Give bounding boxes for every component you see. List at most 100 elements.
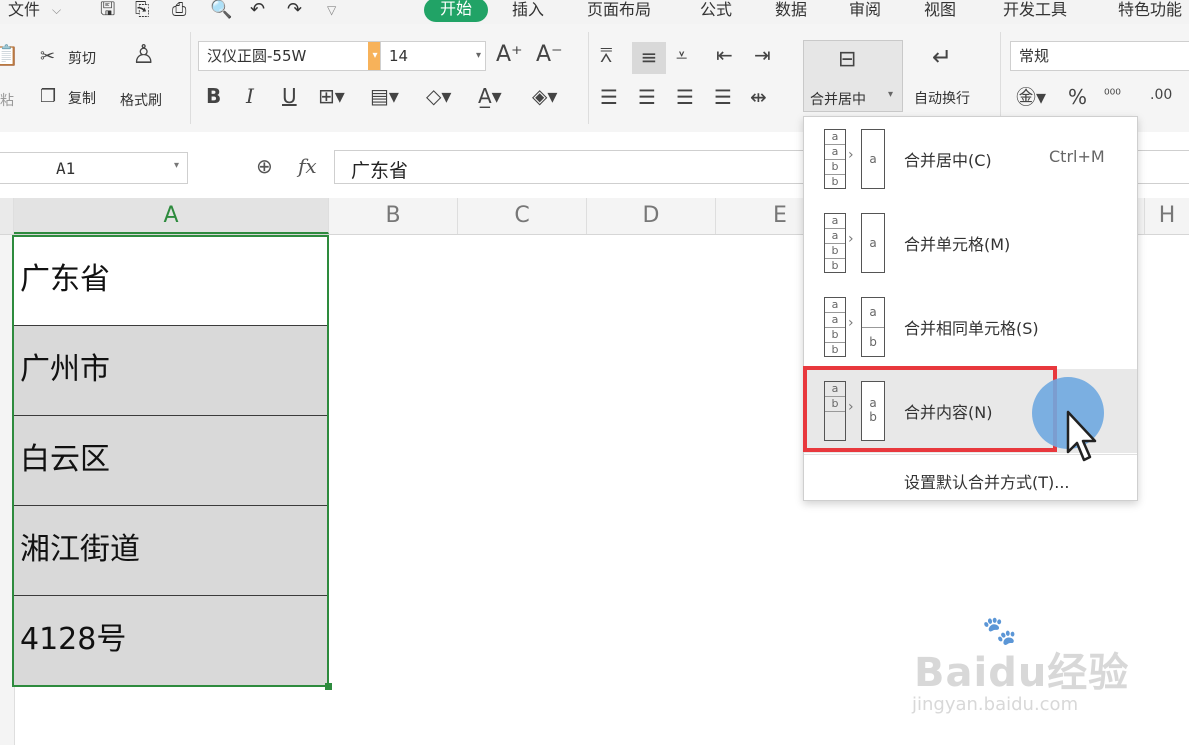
font-size-value: 14	[389, 47, 409, 65]
format-painter-icon[interactable]: ♙	[132, 42, 155, 68]
increase-font-icon[interactable]: A⁺	[496, 44, 523, 66]
select-all-corner[interactable]	[0, 198, 14, 234]
cell-a1[interactable]: 广东省	[14, 236, 328, 326]
auto-wrap-button[interactable]: 自动换行	[914, 88, 970, 108]
paste-icon[interactable]: 📋	[0, 44, 19, 66]
column-header-h[interactable]: H	[1145, 198, 1189, 234]
cell-a5[interactable]: 4128号	[14, 596, 328, 686]
font-color-icon[interactable]: A̲▾	[478, 85, 502, 107]
tab-special[interactable]: 特色功能	[1118, 0, 1182, 22]
print-icon[interactable]: ⎙	[172, 0, 186, 22]
watermark-url: jingyan.baidu.com	[912, 694, 1079, 715]
chevron-down-icon: ▾	[888, 89, 894, 100]
merge-center-button[interactable]: ⊟ 合并居中 ▾	[803, 40, 903, 112]
number-format-value: 常规	[1019, 47, 1050, 65]
cell-a3[interactable]: 白云区	[14, 416, 328, 506]
currency-icon[interactable]: ㊎▾	[1016, 86, 1046, 108]
customize-icon[interactable]: ▽	[327, 0, 336, 22]
menu-item-merge-same-cells[interactable]: aabb › a b 合并相同单元格(S)	[804, 285, 1137, 369]
merge-result-icon: ab	[861, 381, 885, 441]
distribute-icon[interactable]: ⇹	[750, 86, 767, 108]
tab-page-layout[interactable]: 页面布局	[587, 0, 651, 22]
number-format-select[interactable]: 常规	[1010, 41, 1189, 71]
wrap-text-icon[interactable]: ↵	[932, 45, 952, 69]
column-header-c[interactable]: C	[458, 198, 587, 234]
column-header-d[interactable]: D	[587, 198, 716, 234]
merge-result-icon: a	[861, 129, 885, 189]
menu-file[interactable]: 文件	[8, 0, 40, 22]
cell-a2[interactable]: 广州市	[14, 326, 328, 416]
formula-value: 广东省	[351, 160, 409, 182]
name-box[interactable]: A1 ▾	[0, 152, 188, 184]
row-header	[0, 235, 15, 745]
align-bottom-icon[interactable]: ⩡	[676, 44, 687, 66]
thousands-icon[interactable]: ⁰⁰⁰	[1104, 84, 1121, 106]
underline-button[interactable]: U	[282, 85, 297, 107]
tab-formulas[interactable]: 公式	[700, 0, 732, 22]
merge-result-icon: a b	[861, 297, 885, 357]
align-center-icon[interactable]: ☰	[638, 86, 656, 108]
menu-item-set-default-merge[interactable]: 设置默认合并方式(T)...	[904, 469, 1070, 493]
column-header-a[interactable]: A	[14, 198, 329, 234]
cell-style-icon[interactable]: ▤▾	[370, 85, 399, 107]
menu-item-merge-center[interactable]: aabb › a 合并居中(C) Ctrl+M	[804, 117, 1137, 201]
font-name-select[interactable]: 汉仪正圆-55W ▾	[198, 41, 383, 71]
increase-decimal-icon[interactable]: .00	[1150, 84, 1172, 106]
chevron-down-icon[interactable]: ▾	[476, 42, 481, 70]
percent-button[interactable]: %	[1068, 86, 1087, 108]
column-header-b[interactable]: B	[329, 198, 458, 234]
format-painter-button[interactable]: 格式刷	[120, 90, 162, 110]
indent-increase-icon[interactable]: ⇥	[754, 44, 771, 66]
copy-button[interactable]: 复制	[68, 88, 96, 108]
undo-icon[interactable]: ↶	[250, 0, 265, 22]
watermark-logo: Baidu经验	[914, 650, 1130, 696]
paste-label[interactable]: 粘	[0, 90, 14, 110]
justify-icon[interactable]: ☰	[714, 86, 732, 108]
chevron-right-icon: ›	[848, 315, 854, 331]
chevron-down-icon[interactable]: ⌵	[52, 0, 61, 22]
merge-preview-icon: aabb	[824, 213, 846, 273]
tab-developer[interactable]: 开发工具	[1003, 0, 1067, 22]
align-middle-icon[interactable]: ≡	[632, 42, 666, 74]
export-icon[interactable]: ⎘	[135, 0, 149, 22]
border-icon[interactable]: ⊞▾	[318, 85, 345, 107]
cell-a4[interactable]: 湘江街道	[14, 506, 328, 596]
save-icon[interactable]: 🖫	[100, 0, 115, 22]
align-top-icon[interactable]: ⩞	[600, 44, 612, 66]
redo-icon[interactable]: ↷	[287, 0, 302, 22]
merge-preview-icon: aabb	[824, 297, 846, 357]
indent-decrease-icon[interactable]: ⇤	[716, 44, 733, 66]
menu-item-shortcut: Ctrl+M	[1049, 147, 1105, 166]
scissors-icon[interactable]: ✂	[40, 46, 55, 68]
tab-view[interactable]: 视图	[924, 0, 956, 22]
fill-handle[interactable]	[325, 683, 332, 690]
print-preview-icon[interactable]: 🔍	[210, 0, 232, 22]
align-right-icon[interactable]: ☰	[676, 86, 694, 108]
zoom-icon[interactable]: ⊕	[256, 154, 273, 178]
clear-icon[interactable]: ◈▾	[532, 85, 557, 107]
chevron-right-icon: ›	[848, 147, 854, 163]
align-left-icon[interactable]: ☰	[600, 86, 618, 108]
merge-center-label: 合并居中	[810, 92, 866, 108]
menu-item-label: 合并相同单元格(S)	[904, 319, 1039, 338]
chevron-right-icon: ›	[848, 231, 854, 247]
font-name-value: 汉仪正圆-55W	[207, 47, 307, 65]
tab-data[interactable]: 数据	[775, 0, 807, 22]
menu-bar: 文件 ⌵ 🖫 ⎘ ⎙ 🔍 ↶ ↷ ▽ 开始 插入 页面布局 公式 数据 审阅 视…	[0, 0, 1189, 24]
bold-button[interactable]: B	[206, 85, 221, 107]
tab-insert[interactable]: 插入	[512, 0, 544, 22]
chevron-down-icon[interactable]: ▾	[174, 160, 179, 171]
tab-review[interactable]: 审阅	[849, 0, 881, 22]
cut-button[interactable]: 剪切	[68, 48, 96, 68]
paw-icon: 🐾	[982, 614, 1017, 647]
menu-item-merge-cells[interactable]: aabb › a 合并单元格(M)	[804, 201, 1137, 285]
italic-button[interactable]: I	[246, 85, 254, 107]
fx-button[interactable]: fx	[298, 154, 317, 178]
decrease-font-icon[interactable]: A⁻	[536, 44, 563, 66]
font-size-select[interactable]: 14 ▾	[380, 41, 486, 71]
merge-preview-icon: aabb	[824, 129, 846, 189]
menu-item-label: 合并单元格(M)	[904, 235, 1011, 254]
tab-home[interactable]: 开始	[424, 0, 488, 22]
fill-color-icon[interactable]: ◇▾	[426, 85, 451, 107]
copy-icon[interactable]: ❐	[40, 86, 56, 108]
